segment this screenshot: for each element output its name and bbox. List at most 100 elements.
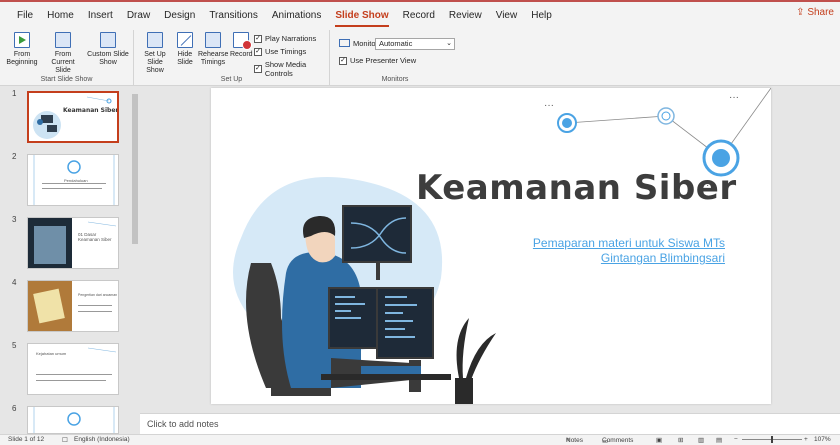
- thumbnail-title: Pendahuluan: [64, 178, 88, 183]
- comments-label: Comments: [602, 437, 634, 444]
- share-button[interactable]: ⇪ Share: [796, 7, 834, 18]
- slide-sorter-icon[interactable]: ⊞: [678, 436, 683, 444]
- monitor-value: Automatic: [379, 39, 413, 48]
- group-label-start-slide-show: Start Slide Show: [40, 76, 93, 83]
- zoom-slider-thumb[interactable]: [771, 436, 773, 443]
- notes-pane[interactable]: Click to add notes: [140, 413, 840, 434]
- slideshow-view-icon[interactable]: ▤: [716, 436, 722, 444]
- checkmark-icon: ✓: [254, 65, 262, 73]
- play-narrations-checkbox[interactable]: ✓ Play Narrations: [254, 34, 316, 43]
- tab-animations[interactable]: Animations: [265, 5, 328, 27]
- record-icon: [233, 32, 252, 50]
- ribbon: From Beginning From Current Slide Custom…: [0, 30, 840, 86]
- reading-view-icon[interactable]: ▥: [698, 436, 704, 444]
- zoom-out-icon[interactable]: −: [734, 436, 738, 443]
- from-beginning-button[interactable]: From Beginning: [4, 32, 40, 67]
- slide-6-decoration: [33, 407, 115, 433]
- record-button[interactable]: Record: [230, 32, 253, 59]
- group-set-up: Set Up Slide Show Hide Slide Rehearse Ti…: [134, 30, 330, 86]
- tab-file[interactable]: File: [10, 5, 40, 27]
- subtitle-line-1: Pemaparan materi untuk Siswa MTs: [532, 236, 725, 250]
- hide-slide-button[interactable]: Hide Slide: [174, 32, 196, 67]
- from-current-label: From Current Slide: [51, 51, 75, 74]
- play-from-current-icon: [55, 32, 71, 48]
- thumbnail-title: Keamanan Siber: [63, 107, 119, 114]
- group-label-set-up: Set Up: [220, 76, 243, 83]
- tab-slide-show[interactable]: Slide Show: [328, 5, 395, 27]
- share-icon: ⇪: [796, 7, 805, 18]
- slide-number: 5: [12, 341, 17, 350]
- slide-4-photo: [28, 281, 112, 331]
- svg-text:···: ···: [544, 100, 554, 111]
- status-bar: Slide 1 of 12 ☐ English (Indonesia) ≡ No…: [0, 434, 840, 445]
- use-timings-label: Use Timings: [265, 47, 307, 56]
- tab-transitions[interactable]: Transitions: [202, 5, 265, 27]
- zoom-in-icon[interactable]: +: [804, 436, 808, 443]
- rehearse-label: Rehearse Timings: [198, 51, 229, 66]
- slide-subtitle[interactable]: Pemaparan materi untuk Siswa MTs Gintang…: [485, 236, 725, 266]
- tab-insert[interactable]: Insert: [81, 5, 120, 27]
- tab-home[interactable]: Home: [40, 5, 81, 27]
- tab-review[interactable]: Review: [442, 5, 489, 27]
- notes-label: Notes: [566, 437, 583, 444]
- checkmark-icon: ✓: [254, 34, 262, 43]
- monitor-select[interactable]: Automatic ⌄: [375, 38, 455, 50]
- set-up-show-label: Set Up Slide Show: [144, 51, 166, 74]
- thumbnail-title: Pengertian dari ancaman: [78, 293, 118, 297]
- thumbnail-title: Kejahatan umum: [36, 351, 67, 356]
- tab-view[interactable]: View: [489, 5, 525, 27]
- custom-slide-show-button[interactable]: Custom Slide Show: [86, 32, 130, 67]
- rehearse-timings-button[interactable]: Rehearse Timings: [198, 32, 228, 67]
- group-label-monitors: Monitors: [381, 76, 409, 83]
- play-narrations-label: Play Narrations: [265, 34, 317, 43]
- stopwatch-icon: [205, 32, 221, 48]
- notes-placeholder: Click to add notes: [147, 419, 219, 429]
- from-current-slide-button[interactable]: From Current Slide: [44, 32, 82, 75]
- use-presenter-view-checkbox[interactable]: ✓ Use Presenter View: [339, 56, 416, 65]
- slide-number: 2: [12, 152, 17, 161]
- subtitle-line-2: Gintangan Blimbingsari: [600, 251, 725, 265]
- tab-record[interactable]: Record: [396, 5, 442, 27]
- slide-thumbnail-6[interactable]: [27, 406, 119, 434]
- tab-help[interactable]: Help: [524, 5, 559, 27]
- slide-1-illustration: [33, 96, 112, 139]
- set-up-slide-show-button[interactable]: Set Up Slide Show: [138, 32, 172, 75]
- slide-thumbnail-3[interactable]: 01 Dasar Keamanan Siber: [27, 217, 119, 269]
- chevron-down-icon: ⌄: [446, 40, 452, 47]
- slide-3-photo: [28, 218, 117, 268]
- slide-thumbnail-4[interactable]: Pengertian dari ancaman: [27, 280, 119, 332]
- hide-slide-label: Hide Slide: [177, 51, 193, 66]
- slide-thumbnails-panel: 1 Keamanan Siber 2 Pendahuluan 3 01 Dasa…: [0, 86, 140, 434]
- use-timings-checkbox[interactable]: ✓ Use Timings: [254, 47, 306, 56]
- svg-text:···: ···: [729, 92, 739, 103]
- from-beginning-label: From Beginning: [6, 51, 38, 66]
- hide-slide-icon: [177, 32, 193, 48]
- share-label: Share: [807, 7, 834, 18]
- normal-view-icon[interactable]: ▣: [656, 436, 662, 444]
- ribbon-tabs: File Home Insert Draw Design Transitions…: [0, 2, 840, 30]
- main-slide-canvas[interactable]: ··· ··· ··· Keamanan Siber Pemaparan mat…: [211, 88, 771, 404]
- zoom-level[interactable]: 107%: [814, 436, 831, 443]
- accessibility-icon[interactable]: ☐: [62, 436, 68, 444]
- language-indicator[interactable]: English (Indonesia): [74, 436, 130, 443]
- custom-show-label: Custom Slide Show: [87, 51, 129, 66]
- thumbnail-scroll-thumb[interactable]: [132, 94, 138, 244]
- thumbnail-title: 01 Dasar Keamanan Siber: [78, 232, 112, 242]
- play-from-start-icon: [14, 32, 30, 48]
- slide-number: 6: [12, 404, 17, 413]
- set-up-show-icon: [147, 32, 163, 48]
- group-start-slide-show: From Beginning From Current Slide Custom…: [0, 30, 134, 86]
- slide-number: 4: [12, 278, 17, 287]
- slide-number: 1: [12, 89, 17, 98]
- slide-thumbnail-1[interactable]: Keamanan Siber: [27, 91, 119, 143]
- slide-thumbnail-2[interactable]: Pendahuluan: [27, 154, 119, 206]
- slide-counter: Slide 1 of 12: [8, 436, 45, 443]
- slide-thumbnail-5[interactable]: Kejahatan umum: [27, 343, 119, 395]
- record-label: Record: [230, 51, 253, 58]
- monitor-icon: [339, 39, 350, 47]
- custom-show-icon: [100, 32, 116, 48]
- tab-design[interactable]: Design: [157, 5, 202, 27]
- tab-draw[interactable]: Draw: [120, 5, 157, 27]
- slide-title[interactable]: Keamanan Siber: [416, 168, 737, 208]
- use-presenter-view-label: Use Presenter View: [350, 56, 417, 65]
